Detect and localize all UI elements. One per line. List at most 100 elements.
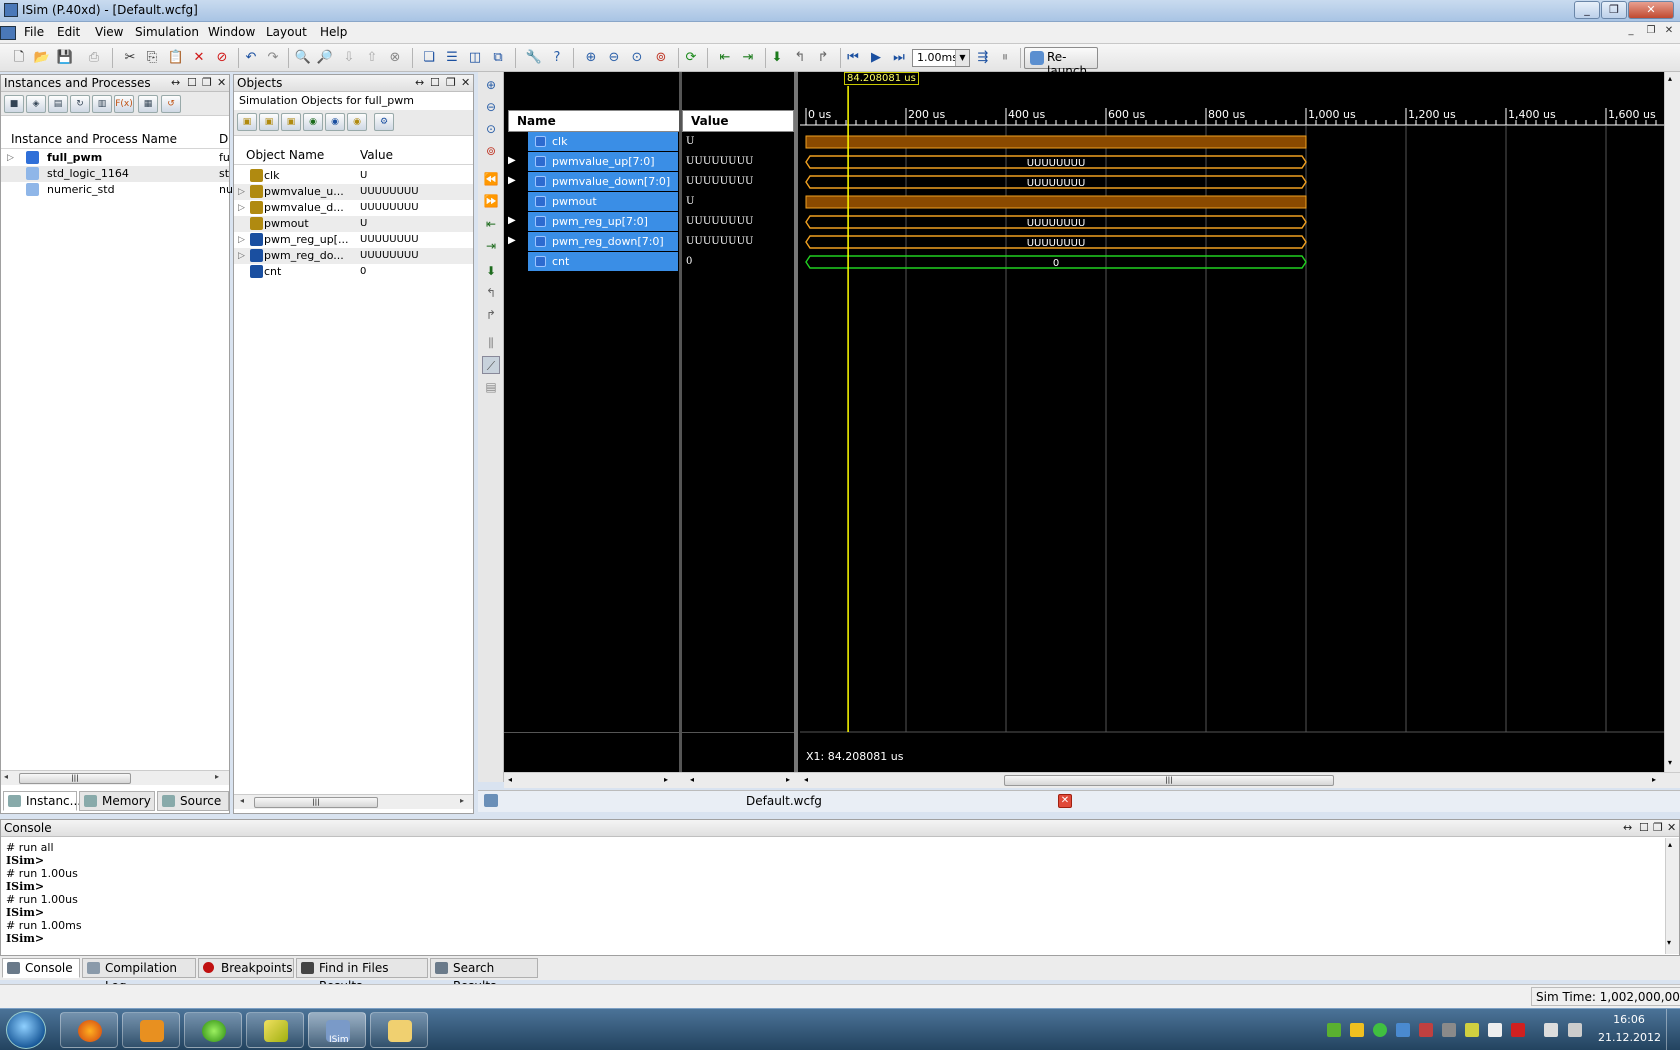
scroll-right-icon[interactable]: ▸	[460, 796, 464, 805]
copy-icon[interactable]: ⎘	[143, 49, 161, 67]
scroll-left-icon[interactable]: ◂	[240, 796, 244, 805]
object-row[interactable]: pwmout U	[234, 216, 473, 232]
step-run-icon[interactable]: ⇶	[974, 49, 992, 67]
refresh-hierarchy-icon[interactable]: ↺	[161, 95, 181, 113]
scroll-left-icon[interactable]: ◂	[690, 775, 694, 784]
step-back-icon[interactable]: ↰	[791, 49, 809, 67]
cascade-windows-icon[interactable]: ❏	[420, 49, 438, 67]
object-row[interactable]: cnt 0	[234, 264, 473, 280]
next-transition-icon[interactable]: ⇥	[739, 49, 757, 67]
tab-search-results[interactable]: Search Results	[430, 958, 538, 993]
value-wave-splitter[interactable]	[794, 72, 798, 772]
clock-time[interactable]: 16:06	[1604, 1013, 1654, 1026]
show-entities-icon[interactable]: ■	[4, 95, 24, 113]
panel-float-icon[interactable]: ❐	[446, 75, 456, 91]
tab-source[interactable]: Source ...	[157, 791, 229, 826]
nvidia-tray-icon[interactable]	[1327, 1023, 1341, 1037]
expand-arrow-icon[interactable]: ▷	[238, 184, 245, 200]
panel-float-icon[interactable]: ❐	[202, 75, 212, 91]
signal-name-row[interactable]: pwm_reg_down[7:0]	[528, 232, 678, 251]
step-forward-icon[interactable]: ↱	[814, 49, 832, 67]
tab-instances[interactable]: Instanc...	[3, 791, 81, 811]
scroll-thumb[interactable]: |||	[254, 797, 378, 808]
tree-item-std-logic-1164[interactable]: std_logic_1164 st	[1, 166, 229, 182]
object-row[interactable]: ▷ pwm_reg_do... UUUUUUUU	[234, 248, 473, 264]
run-for-time-icon[interactable]: ⏭	[890, 49, 908, 67]
show-tasks-icon[interactable]: ▦	[138, 95, 158, 113]
help-context-icon[interactable]: ?	[548, 49, 566, 67]
signal-name-row[interactable]: cnt	[528, 252, 678, 271]
show-blocks-icon[interactable]: ▥	[92, 95, 112, 113]
menu-simulation[interactable]: Simulation	[135, 25, 199, 39]
show-components-icon[interactable]: ◈	[26, 95, 46, 113]
scroll-right-icon[interactable]: ▸	[215, 772, 219, 781]
expand-arrow-icon[interactable]: ▷	[238, 248, 245, 264]
show-desktop-button[interactable]	[1666, 1009, 1680, 1050]
panel-close-icon[interactable]: ✕	[461, 75, 470, 91]
find-icon[interactable]: 🔍	[294, 49, 312, 67]
new-file-icon[interactable]: 🗋	[10, 49, 28, 67]
scroll-down-icon[interactable]: ▾	[1667, 938, 1671, 947]
tree-item-numeric-std[interactable]: numeric_std nu	[1, 182, 233, 198]
float-window-icon[interactable]: ⧉	[489, 49, 507, 67]
maximize-arrows-icon[interactable]: ↔	[415, 75, 424, 91]
expand-bus-icon[interactable]: ▶	[508, 155, 516, 166]
menu-edit[interactable]: Edit	[57, 25, 80, 39]
go-to-time-zero-icon[interactable]: ⏪	[482, 170, 500, 188]
step-icon[interactable]: ⬇	[768, 49, 786, 67]
network-manager-tray-icon[interactable]	[1396, 1023, 1410, 1037]
run-time-select[interactable]: 1.00ms ▼	[912, 49, 970, 67]
objects-column-header[interactable]: Object Name Value	[234, 145, 473, 165]
next-transition-icon[interactable]: ⇥	[482, 237, 500, 255]
zoom-out-icon[interactable]: ⊖	[482, 98, 500, 116]
clear-icon[interactable]: ⊗	[386, 49, 404, 67]
restore-button[interactable]: ❐	[1601, 1, 1627, 19]
menu-help[interactable]: Help	[320, 25, 347, 39]
console-vertical-scrollbar[interactable]: ▴ ▾	[1665, 838, 1679, 954]
security-tray-icon[interactable]	[1350, 1023, 1364, 1037]
wave-horizontal-scrollbar[interactable]: ◂ ▸ ◂ ▸ ◂ ||| ▸	[504, 772, 1680, 788]
maximize-arrows-icon[interactable]: ↔	[171, 75, 180, 91]
name-value-splitter[interactable]	[679, 72, 682, 772]
scroll-right-icon[interactable]: ▸	[786, 775, 790, 784]
move-up-icon[interactable]: ⇧	[363, 49, 381, 67]
tile-horizontal-icon[interactable]: ☰	[443, 49, 461, 67]
show-internal-icon[interactable]: ◉	[303, 113, 323, 131]
scroll-right-icon[interactable]: ▸	[1652, 775, 1656, 784]
taskbar-explorer[interactable]	[370, 1012, 428, 1048]
paste-icon[interactable]: 📋	[167, 49, 185, 67]
tab-find-in-files[interactable]: Find in Files Results	[296, 958, 428, 993]
pause-icon[interactable]: ⏸	[996, 49, 1014, 67]
move-down-icon[interactable]: ⇩	[340, 49, 358, 67]
show-bidirectional-icon[interactable]: ▣	[281, 113, 301, 131]
waveform-canvas[interactable]: 0 us 200 us 400 us 600 us 800 us 1,000 us 1,20…	[800, 72, 1664, 772]
signal-name-row[interactable]: pwmvalue_up[7:0]	[528, 152, 678, 171]
object-settings-icon[interactable]: ⚙	[374, 113, 394, 131]
zoom-fit-icon[interactable]: ⊙	[482, 120, 500, 138]
taskbar-isim[interactable]: ISim	[308, 1012, 366, 1048]
scroll-right-icon[interactable]: ▸	[664, 775, 668, 784]
scroll-up-icon[interactable]: ▴	[1668, 74, 1672, 83]
tab-compilation-log[interactable]: Compilation Log	[82, 958, 196, 993]
name-column-header[interactable]: Name	[508, 110, 683, 132]
instances-column-header[interactable]: Instance and Process Name D	[1, 129, 229, 149]
undo-icon[interactable]: ↶	[242, 49, 260, 67]
tab-default-wcfg[interactable]: Default.wcfg	[746, 794, 822, 808]
refresh-icon[interactable]: ⟳	[682, 49, 700, 67]
icq-tray-icon[interactable]	[1373, 1023, 1387, 1037]
snap-to-transition-icon[interactable]: ⟋	[482, 356, 500, 374]
scroll-down-icon[interactable]: ▾	[1668, 758, 1672, 767]
show-outputs-icon[interactable]: ▣	[259, 113, 279, 131]
object-row[interactable]: ▷ pwmvalue_d... UUUUUUUU	[234, 200, 473, 216]
menu-layout[interactable]: Layout	[266, 25, 307, 39]
object-row[interactable]: ▷ pwm_reg_up[... UUUUUUUU	[234, 232, 473, 248]
menu-view[interactable]: View	[95, 25, 123, 39]
taskbar-media-player[interactable]	[122, 1012, 180, 1048]
save-icon[interactable]: 💾	[56, 49, 74, 67]
stop-icon[interactable]: ⊘	[213, 49, 231, 67]
object-row[interactable]: ▷ pwmvalue_u... UUUUUUUU	[234, 184, 473, 200]
show-packages-icon[interactable]: ▤	[48, 95, 68, 113]
scroll-left-icon[interactable]: ◂	[4, 772, 8, 781]
tile-vertical-icon[interactable]: ◫	[466, 49, 484, 67]
close-window-button[interactable]: ✕	[1628, 1, 1674, 19]
